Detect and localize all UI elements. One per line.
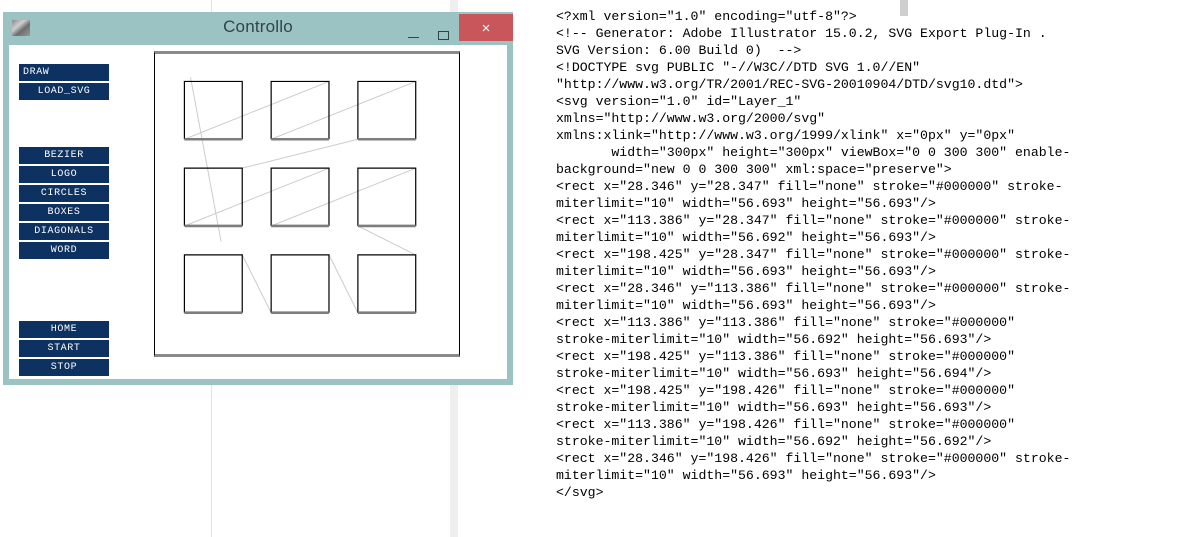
application-window: Controllo × DRAW LOAD_SVG BEZIER LOGO CI… [3,12,513,385]
load-svg-button[interactable]: LOAD_SVG [19,83,109,100]
start-button[interactable]: START [19,340,109,357]
maximize-icon [437,30,449,40]
group-header-draw: DRAW [19,64,109,81]
xml-source-line: background="new 0 0 300 300" xml:space="… [556,162,952,177]
diagonals-button[interactable]: DIAGONALS [19,223,109,240]
circles-button[interactable]: CIRCLES [19,185,109,202]
xml-source-line: <rect x="198.425" y="28.347" fill="none"… [556,247,1071,262]
button-group-draw: DRAW LOAD_SVG [19,64,109,100]
xml-source-line: <?xml version="1.0" encoding="utf-8"?> [556,9,857,24]
xml-source-line: <!-- Generator: Adobe Illustrator 15.0.2… [556,26,1047,41]
drawn-square [270,254,330,315]
xml-source-line: <rect x="28.346" y="28.347" fill="none" … [556,179,1063,194]
button-group-system: HOME START STOP [19,321,109,376]
home-button[interactable]: HOME [19,321,109,338]
drawn-square [357,254,417,315]
xml-source-line: <rect x="28.346" y="198.426" fill="none"… [556,451,1071,466]
xml-source-line: xmlns="http://www.w3.org/2000/svg" [556,111,826,126]
maximize-button[interactable] [429,16,457,45]
xml-source-line: stroke-miterlimit="10" width="56.692" he… [556,434,992,449]
xml-source-line: <!DOCTYPE svg PUBLIC "-//W3C//DTD SVG 1.… [556,60,921,75]
drawn-square [270,80,330,141]
close-button[interactable]: × [459,14,513,41]
word-button[interactable]: WORD [19,242,109,259]
xml-source-line: miterlimit="10" width="56.693" height="5… [556,298,936,313]
window-title-bar[interactable]: Controllo × [3,12,513,45]
xml-source-line: <rect x="113.386" y="198.426" fill="none… [556,417,1015,432]
xml-source-line: width="300px" height="300px" viewBox="0 … [556,145,1071,160]
xml-source-line: stroke-miterlimit="10" width="56.693" he… [556,400,992,415]
xml-source-line: miterlimit="10" width="56.693" height="5… [556,468,936,483]
xml-source-line: <rect x="198.425" y="113.386" fill="none… [556,349,1015,364]
xml-source-line: </svg> [556,485,604,500]
drawn-square [357,167,417,228]
boxes-button[interactable]: BOXES [19,204,109,221]
bezier-button[interactable]: BEZIER [19,147,109,164]
xml-source-line: miterlimit="10" width="56.692" height="5… [556,230,936,245]
xml-source-line: stroke-miterlimit="10" width="56.693" he… [556,366,992,381]
minimize-icon [407,36,419,38]
drawn-square [270,167,330,228]
xml-source-line: SVG Version: 6.00 Build 0) --> [556,43,802,58]
logo-button[interactable]: LOGO [19,166,109,183]
control-panel: DRAW LOAD_SVG BEZIER LOGO CIRCLES BOXES … [9,45,119,379]
drawing-canvas[interactable] [154,51,460,357]
xml-source-line: <rect x="198.425" y="198.426" fill="none… [556,383,1015,398]
drawn-square [183,254,243,315]
minimize-button[interactable] [399,16,427,45]
pen-travel-lines [184,80,416,313]
xml-source-line: <svg version="1.0" id="Layer_1" [556,94,802,109]
drawn-square [357,80,417,141]
xml-source-line: miterlimit="10" width="56.693" height="5… [556,196,936,211]
button-group-shapes: BEZIER LOGO CIRCLES BOXES DIAGONALS WORD [19,147,109,259]
xml-source-line: <rect x="113.386" y="113.386" fill="none… [556,315,1015,330]
window-client-area: DRAW LOAD_SVG BEZIER LOGO CIRCLES BOXES … [9,45,507,379]
xml-source-line: <rect x="28.346" y="113.386" fill="none"… [556,281,1071,296]
xml-source-line: stroke-miterlimit="10" width="56.692" he… [556,332,992,347]
xml-source-line: miterlimit="10" width="56.693" height="5… [556,264,936,279]
canvas-area[interactable] [154,51,460,357]
stop-button[interactable]: STOP [19,359,109,376]
close-icon: × [481,20,491,37]
xml-source-line: xmlns:xlink="http://www.w3.org/1999/xlin… [556,128,1015,143]
xml-source-line: "http://www.w3.org/TR/2001/REC-SVG-20010… [556,77,1023,92]
xml-source-line: <rect x="113.386" y="28.347" fill="none"… [556,213,1071,228]
svg-source-text: <?xml version="1.0" encoding="utf-8"?> <!… [556,8,1176,501]
